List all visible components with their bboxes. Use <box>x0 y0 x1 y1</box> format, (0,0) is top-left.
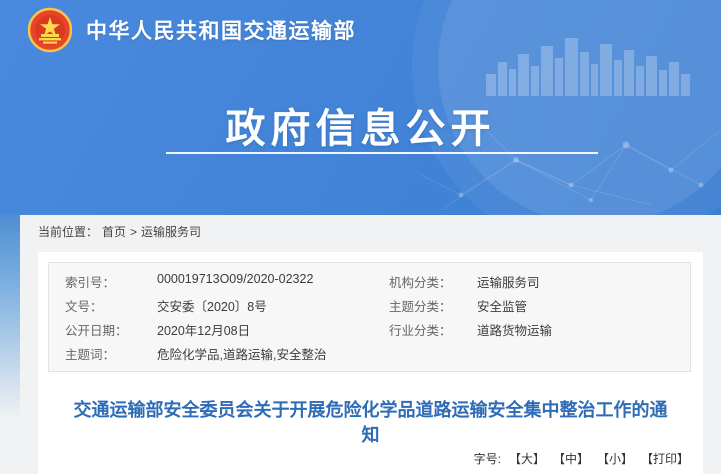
meta-label: 主题分类： <box>389 296 477 315</box>
meta-table: 索引号： 000019713O09/2020-02322 机构分类： 运输服务司… <box>48 262 691 372</box>
table-row: 公开日期： 2020年12月08日 行业分类： 道路货物运输 <box>49 317 690 341</box>
site-header: 中华人民共和国交通运输部 <box>28 7 356 53</box>
fontsize-small-button[interactable]: 【小】 <box>597 450 633 467</box>
document-title: 交通运输部安全委员会关于开展危险化学品道路运输安全集中整治工作的通知 <box>71 398 671 448</box>
banner: 中华人民共和国交通运输部 政府信息公开 <box>0 0 721 215</box>
content-panel: 索引号： 000019713O09/2020-02322 机构分类： 运输服务司… <box>38 252 703 474</box>
meta-value: 交安委〔2020〕8号 <box>157 296 267 315</box>
meta-label: 公开日期： <box>65 320 157 339</box>
table-row: 主题词： 危险化学品,道路运输,安全整治 <box>49 341 690 365</box>
fontsize-medium-button[interactable]: 【中】 <box>553 450 589 467</box>
city-skyline-icon <box>486 36 696 96</box>
meta-label: 索引号： <box>65 272 157 291</box>
print-button[interactable]: 【打印】 <box>641 450 689 467</box>
meta-label: 机构分类： <box>389 272 477 291</box>
meta-value: 运输服务司 <box>477 272 540 291</box>
meta-label: 行业分类： <box>389 320 477 339</box>
meta-value: 2020年12月08日 <box>157 320 250 339</box>
breadcrumb-separator: > <box>130 225 137 239</box>
table-row: 索引号： 000019713O09/2020-02322 机构分类： 运输服务司 <box>49 269 690 293</box>
banner-underline <box>166 152 598 154</box>
breadcrumb: 当前位置： 首页 > 运输服务司 <box>38 223 201 240</box>
fontsize-large-button[interactable]: 【大】 <box>509 450 545 467</box>
breadcrumb-link-section[interactable]: 运输服务司 <box>141 223 201 240</box>
meta-value: 安全监管 <box>477 296 527 315</box>
breadcrumb-link-home[interactable]: 首页 <box>102 223 126 240</box>
meta-value: 危险化学品,道路运输,安全整治 <box>157 344 326 363</box>
meta-label: 主题词： <box>65 344 157 363</box>
banner-page-title: 政府信息公开 <box>0 96 721 154</box>
meta-value: 道路货物运输 <box>477 320 552 339</box>
table-row: 文号： 交安委〔2020〕8号 主题分类： 安全监管 <box>49 293 690 317</box>
breadcrumb-label: 当前位置： <box>38 223 98 240</box>
page-body: 当前位置： 首页 > 运输服务司 索引号： 000019713O09/2020-… <box>0 215 721 474</box>
meta-label: 文号： <box>65 296 157 315</box>
national-emblem-icon <box>28 7 72 53</box>
site-title: 中华人民共和国交通运输部 <box>86 15 356 45</box>
left-gradient-decoration <box>0 215 20 455</box>
fontsize-label: 字号: <box>474 450 501 467</box>
fontsize-toolbar: 字号: 【大】 【中】 【小】 【打印】 <box>474 450 689 467</box>
meta-value: 000019713O09/2020-02322 <box>157 272 313 291</box>
